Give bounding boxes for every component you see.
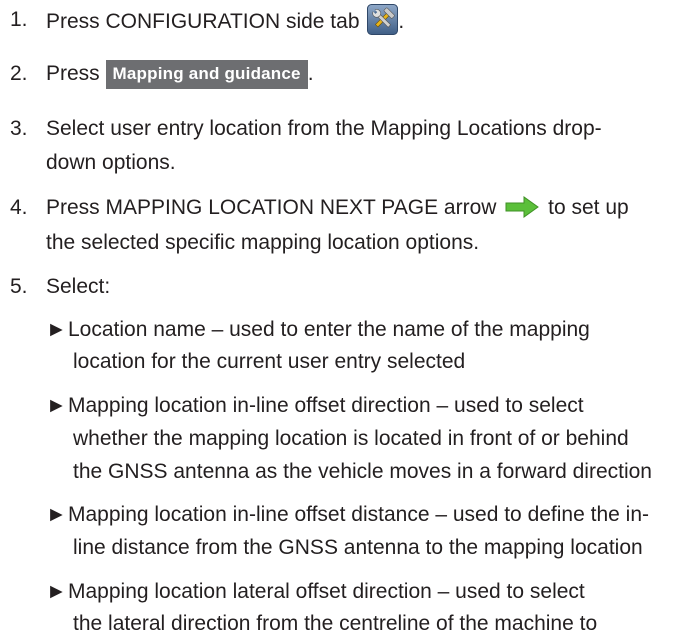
step-text: Press MAPPING LOCATION NEXT PAGE arrow bbox=[46, 196, 497, 219]
step-text: Press bbox=[46, 62, 100, 85]
bullet-marker: ► bbox=[46, 394, 67, 417]
step-text: Press CONFIGURATION side tab bbox=[46, 10, 360, 33]
step-text-end: . bbox=[307, 62, 314, 85]
bullet-text-line-2: location for the current user entry sele… bbox=[73, 350, 466, 373]
green-right-arrow-icon bbox=[505, 196, 540, 218]
bullet-marker: ► bbox=[46, 318, 67, 341]
step-text-line-2: the selected specific mapping location o… bbox=[46, 231, 480, 254]
step-text-end: . bbox=[398, 10, 405, 33]
bullet-text-line-2: whether the mapping location is located … bbox=[73, 427, 629, 450]
step-text-end: to set up bbox=[548, 196, 629, 219]
bullet-item: ►Mapping location lateral offset directi… bbox=[46, 576, 585, 608]
bullet-marker: ► bbox=[46, 503, 67, 526]
bullet-text-line-1: Location name – used to enter the name o… bbox=[68, 318, 590, 341]
bullet-text-line-2: the lateral direction from the centrelin… bbox=[73, 612, 598, 635]
bullet-item: ►Mapping location in-line offset directi… bbox=[46, 390, 584, 422]
bullet-item: ►Location name – used to enter the name … bbox=[46, 314, 590, 346]
step-number: 2. bbox=[10, 62, 28, 85]
step-number: 4. bbox=[10, 196, 28, 219]
bullet-text-line-2: line distance from the GNSS antenna to t… bbox=[73, 536, 643, 559]
tools-icon bbox=[367, 4, 399, 35]
mapping-and-guidance-button[interactable]: Mapping and guidance bbox=[105, 60, 308, 89]
bullet-item: ►Mapping location in-line offset distanc… bbox=[46, 499, 649, 531]
bullet-text-line-1: Mapping location in-line offset distance… bbox=[68, 503, 649, 526]
step-text: Select: bbox=[46, 275, 111, 298]
step-text-line-2: down options. bbox=[46, 151, 176, 174]
bullet-marker: ► bbox=[46, 580, 67, 603]
bullet-text-line-3: the GNSS antenna as the vehicle moves in… bbox=[73, 460, 652, 483]
bullet-text-line-1: Mapping location in-line offset directio… bbox=[68, 394, 584, 417]
bullet-text-line-1: Mapping location lateral offset directio… bbox=[68, 580, 585, 603]
step-number: 1. bbox=[10, 8, 28, 31]
step-number: 5. bbox=[10, 275, 28, 298]
step-text-line-1: Select user entry location from the Mapp… bbox=[46, 117, 602, 140]
step-number: 3. bbox=[10, 117, 28, 140]
instruction-page: 1. Press CONFIGURATION side tab . 2. Pre… bbox=[0, 0, 681, 635]
